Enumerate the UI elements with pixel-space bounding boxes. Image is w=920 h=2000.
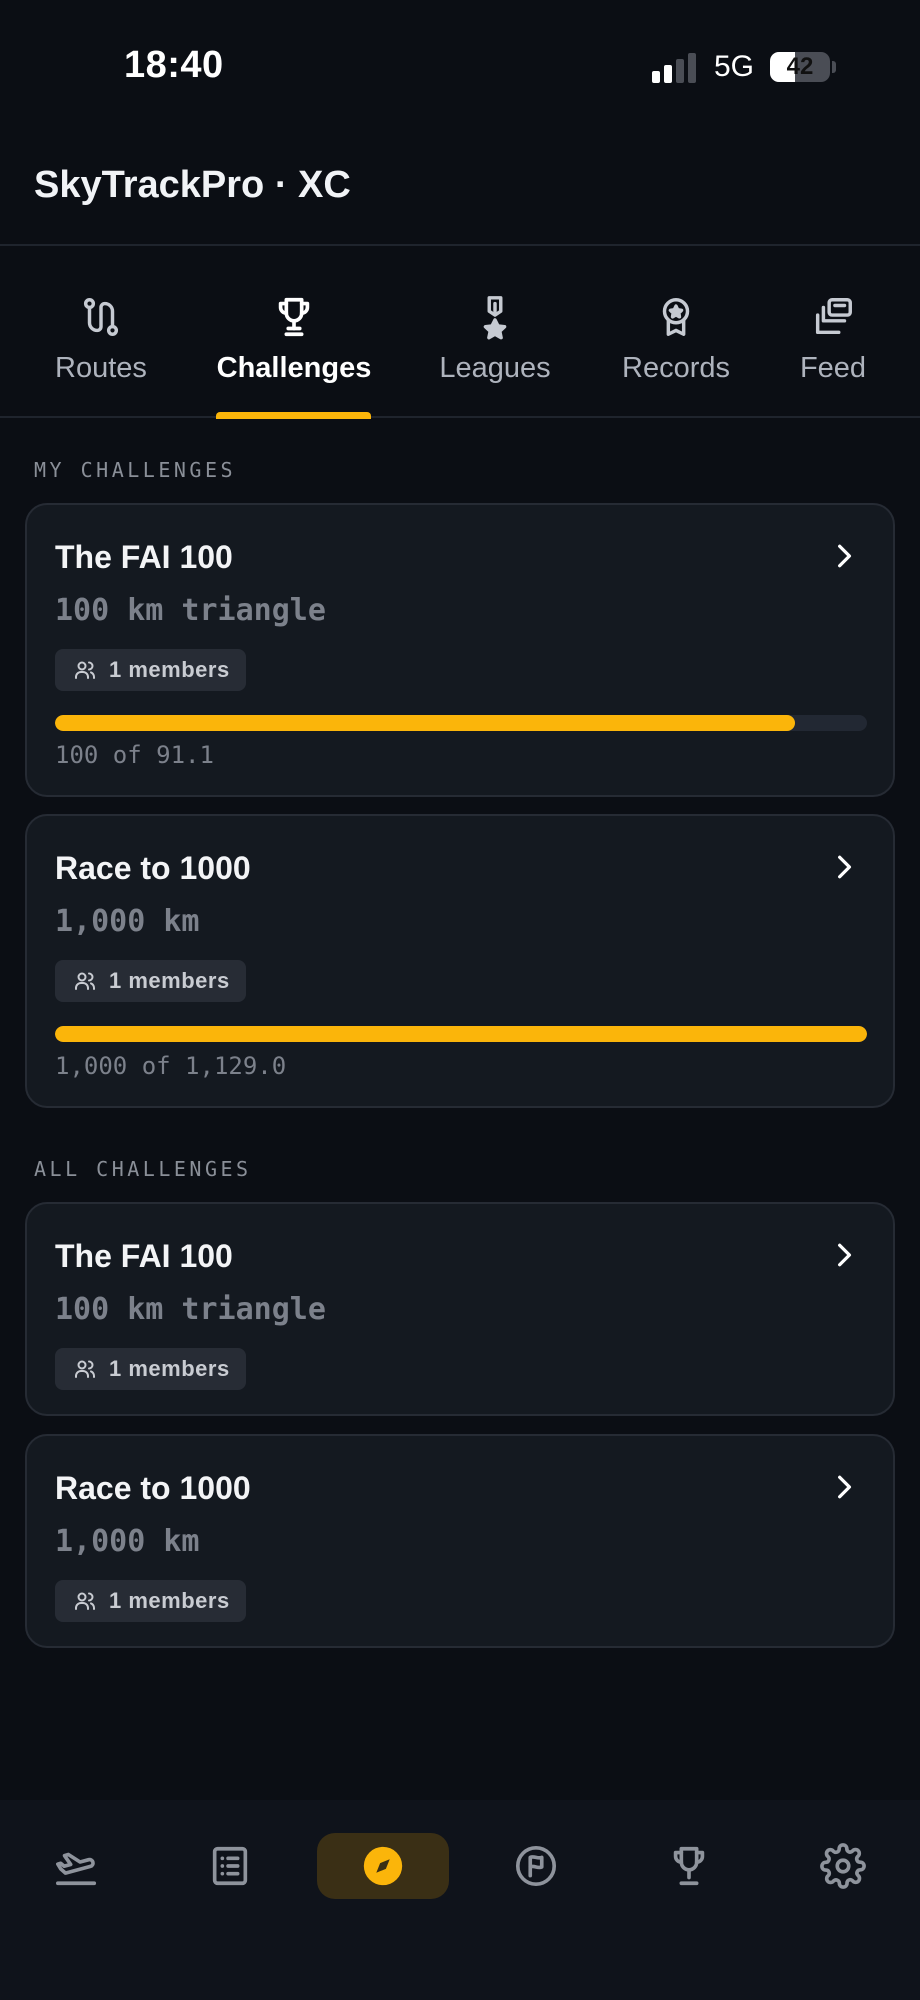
challenge-subtitle: 1,000 km [55,1524,200,1559]
members-badge: 1 members [55,1580,246,1622]
tab-leagues[interactable]: Leagues [430,246,560,418]
nav-flag[interactable] [470,1833,602,1899]
nav-trophy[interactable] [623,1833,755,1899]
challenge-title: The FAI 100 [55,1238,233,1274]
route-icon [83,298,119,336]
tab-label: Records [622,352,730,384]
status-time: 18:40 [124,44,224,86]
challenge-subtitle: 100 km triangle [55,593,326,628]
challenge-title: Race to 1000 [55,1470,251,1506]
app-title: SkyTrackPro · XC [34,164,351,206]
chevron-right-icon [838,855,852,879]
chevron-right-icon [838,544,852,568]
challenge-title: The FAI 100 [55,539,233,575]
tab-challenges[interactable]: Challenges [210,246,378,418]
tab-feed[interactable]: Feed [788,246,878,418]
award-icon [662,298,690,336]
trophy-icon [278,297,310,337]
trophy-icon [673,1846,705,1886]
members-count: 1 members [109,657,230,682]
challenge-title: Race to 1000 [55,850,251,886]
active-tab-indicator [216,412,371,419]
tab-routes[interactable]: Routes [40,246,162,418]
members-count: 1 members [109,1356,230,1381]
logbook-icon [212,1846,248,1886]
users-icon [75,972,96,990]
progress-fill [55,715,795,731]
members-count: 1 members [109,1588,230,1613]
signal-icon [652,53,698,83]
compass-icon [363,1846,403,1886]
challenge-subtitle: 1,000 km [55,904,200,939]
members-badge: 1 members [55,1348,246,1390]
settings-icon [820,1843,866,1889]
progress-text: 100 of 91.1 [55,741,214,769]
progress-bar [55,715,867,731]
challenge-card[interactable]: The FAI 100 100 km triangle 1 members 10… [25,503,895,797]
nav-takeoff[interactable] [11,1833,143,1899]
members-badge: 1 members [55,960,246,1002]
users-icon [75,1592,96,1610]
nav-explore[interactable] [317,1833,449,1899]
members-count: 1 members [109,968,230,993]
nav-logbook[interactable] [164,1833,296,1899]
progress-fill [55,1026,867,1042]
challenge-subtitle: 100 km triangle [55,1292,326,1327]
tab-label: Feed [799,352,867,384]
tab-bar: Routes Challenges Leagues Records Feed [0,246,920,418]
network-label: 5G [714,50,755,83]
tab-label: Routes [55,352,147,384]
section-heading-all-challenges: ALL CHALLENGES [34,1157,252,1181]
tab-divider [0,416,920,418]
chevron-right-icon [838,1243,852,1267]
tab-label: Challenges [216,352,372,384]
feed-icon [815,298,852,335]
tab-label: Leagues [439,352,551,384]
flag-icon [515,1845,557,1887]
challenge-card[interactable]: Race to 1000 1,000 km 1 members [25,1434,895,1648]
challenge-card[interactable]: The FAI 100 100 km triangle 1 members [25,1202,895,1416]
takeoff-icon [56,1852,97,1886]
tab-records[interactable]: Records [612,246,740,418]
chevron-right-icon [838,1475,852,1499]
section-heading-my-challenges: MY CHALLENGES [34,458,237,482]
status-bar: 18:40 5G 42 [0,0,920,140]
progress-bar [55,1026,867,1042]
users-icon [75,661,96,679]
bottom-nav [0,1800,920,2000]
battery-tip [832,61,836,73]
progress-text: 1,000 of 1,129.0 [55,1052,287,1080]
challenge-card[interactable]: Race to 1000 1,000 km 1 members 1,000 of… [25,814,895,1108]
medal-icon [483,296,507,340]
battery-icon: 42 [770,52,830,82]
battery-level: 42 [786,53,814,80]
users-icon [75,1360,96,1378]
members-badge: 1 members [55,649,246,691]
nav-settings[interactable] [777,1833,909,1899]
